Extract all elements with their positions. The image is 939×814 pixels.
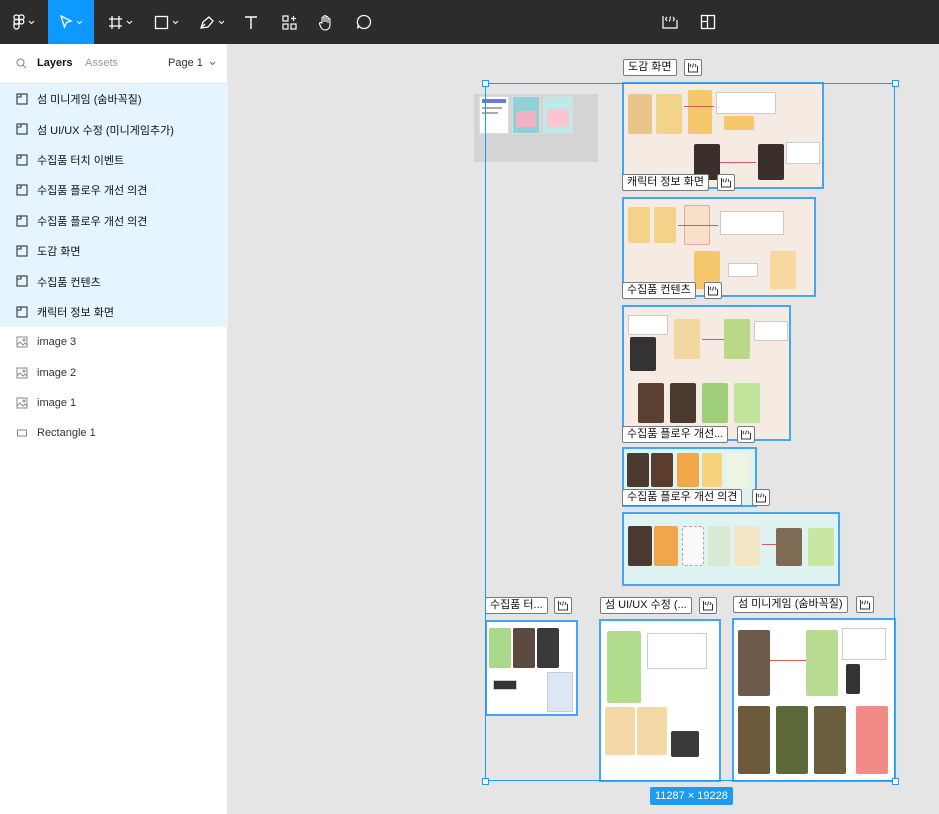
frame-icon — [16, 245, 28, 257]
frame-tool-icon — [108, 15, 122, 29]
shape-tool-button[interactable] — [146, 0, 186, 44]
layer-label: 수집품 플로우 개선 의견 — [37, 215, 148, 228]
panel-toggle-icon — [700, 14, 716, 30]
chevron-down-icon — [172, 20, 178, 24]
layer-row[interactable]: 수집품 플로우 개선 의견 — [0, 175, 228, 206]
layers-list: 섬 미니게임 (숨바꼭질) 섬 UI/UX 수정 (미니게임추가) 수집품 터치 이… — [0, 84, 228, 449]
text-tool-button[interactable] — [238, 0, 264, 44]
main-menu-button[interactable] — [6, 0, 42, 44]
layer-row[interactable]: 섬 UI/UX 수정 (미니게임추가) — [0, 114, 228, 145]
frame-icon — [16, 93, 28, 105]
text-tool-icon — [245, 15, 257, 29]
image-icon — [16, 397, 28, 409]
layer-label: image 1 — [37, 397, 77, 410]
figma-menu-icon — [13, 14, 25, 30]
chevron-down-icon — [126, 20, 132, 24]
layer-label: image 3 — [37, 336, 77, 349]
hand-tool-icon — [318, 14, 331, 31]
layer-label: Rectangle 1 — [37, 427, 96, 440]
layer-label: 섬 미니게임 (숨바꼭질) — [37, 94, 142, 107]
frame-icon — [16, 275, 28, 287]
resize-handle-bottom-left[interactable] — [482, 778, 489, 785]
frame-tool-button[interactable] — [100, 0, 140, 44]
frame-icon — [16, 215, 28, 227]
resources-icon — [281, 14, 297, 30]
layer-row[interactable]: 수집품 플로우 개선 의견 — [0, 205, 228, 236]
canvas[interactable]: 도감 화면 캐릭터 정보 화면 수집품 컨텐츠 수집품 플로우 개선... 수집… — [229, 44, 939, 814]
layer-row[interactable]: image 3 — [0, 327, 228, 357]
layer-row[interactable]: 수집품 컨텐츠 — [0, 266, 228, 297]
layer-row[interactable]: 섬 미니게임 (숨바꼭질) — [0, 84, 228, 115]
comment-tool-button[interactable] — [351, 0, 377, 44]
layer-row[interactable]: image 1 — [0, 388, 228, 418]
selection-size-label: 11287 × 19228 — [650, 787, 733, 805]
chevron-down-icon — [28, 20, 35, 24]
chevron-down-icon — [209, 61, 216, 66]
frame-icon — [16, 306, 28, 318]
comment-tool-icon — [356, 14, 372, 30]
layer-row[interactable]: 캐릭터 정보 화면 — [0, 296, 228, 328]
resize-handle-bottom-right[interactable] — [892, 778, 899, 785]
dev-mode-icon — [662, 16, 678, 29]
layer-label: 섬 UI/UX 수정 (미니게임추가) — [37, 124, 174, 137]
code-icon — [688, 63, 698, 73]
tab-assets[interactable]: Assets — [85, 57, 118, 69]
resources-button[interactable] — [276, 0, 302, 44]
hand-tool-button[interactable] — [313, 0, 339, 44]
frame-icon — [16, 184, 28, 196]
chevron-down-icon — [76, 20, 83, 24]
move-tool-button[interactable] — [48, 0, 94, 44]
layer-row[interactable]: 도감 화면 — [0, 235, 228, 267]
image-icon — [16, 367, 28, 379]
shape-tool-icon — [154, 15, 168, 29]
layer-row[interactable]: Rectangle 1 — [0, 418, 228, 448]
layers-panel: Layers Assets Page 1 섬 미니게임 (숨바꼭질) 섬 UI/U… — [0, 44, 228, 814]
dev-mode-button[interactable] — [656, 0, 684, 44]
frame-icon — [16, 154, 28, 166]
page-selector[interactable]: Page 1 — [168, 57, 216, 69]
toolbar — [0, 0, 939, 44]
panel-toggle-button[interactable] — [695, 0, 721, 44]
layer-label: image 2 — [37, 366, 77, 379]
layer-label: 캐릭터 정보 화면 — [37, 306, 114, 319]
layer-row[interactable]: image 2 — [0, 358, 228, 388]
pen-tool-icon — [200, 16, 214, 29]
rectangle-icon — [16, 427, 28, 439]
tab-layers[interactable]: Layers — [37, 57, 72, 69]
resize-handle-top-right[interactable] — [892, 80, 899, 87]
layer-label: 수집품 플로우 개선 의견 — [37, 185, 148, 198]
image-icon — [16, 336, 28, 348]
pen-tool-button[interactable] — [192, 0, 232, 44]
selection-bounds[interactable] — [485, 83, 895, 781]
page-selector-label: Page 1 — [168, 57, 203, 69]
layer-label: 수집품 터치 이벤트 — [37, 154, 125, 167]
move-tool-icon — [59, 15, 73, 29]
search-icon[interactable] — [16, 58, 27, 69]
layer-row[interactable]: 수집품 터치 이벤트 — [0, 144, 228, 176]
frame-icon — [16, 123, 28, 135]
layer-label: 수집품 컨텐츠 — [37, 276, 101, 289]
layer-label: 도감 화면 — [37, 246, 81, 259]
panel-tabs: Layers Assets Page 1 — [0, 44, 228, 84]
resize-handle-top-left[interactable] — [482, 80, 489, 87]
frame-label-dogam[interactable]: 도감 화면 — [623, 59, 677, 76]
dev-code-chip[interactable] — [684, 59, 702, 76]
chevron-down-icon — [218, 20, 225, 24]
